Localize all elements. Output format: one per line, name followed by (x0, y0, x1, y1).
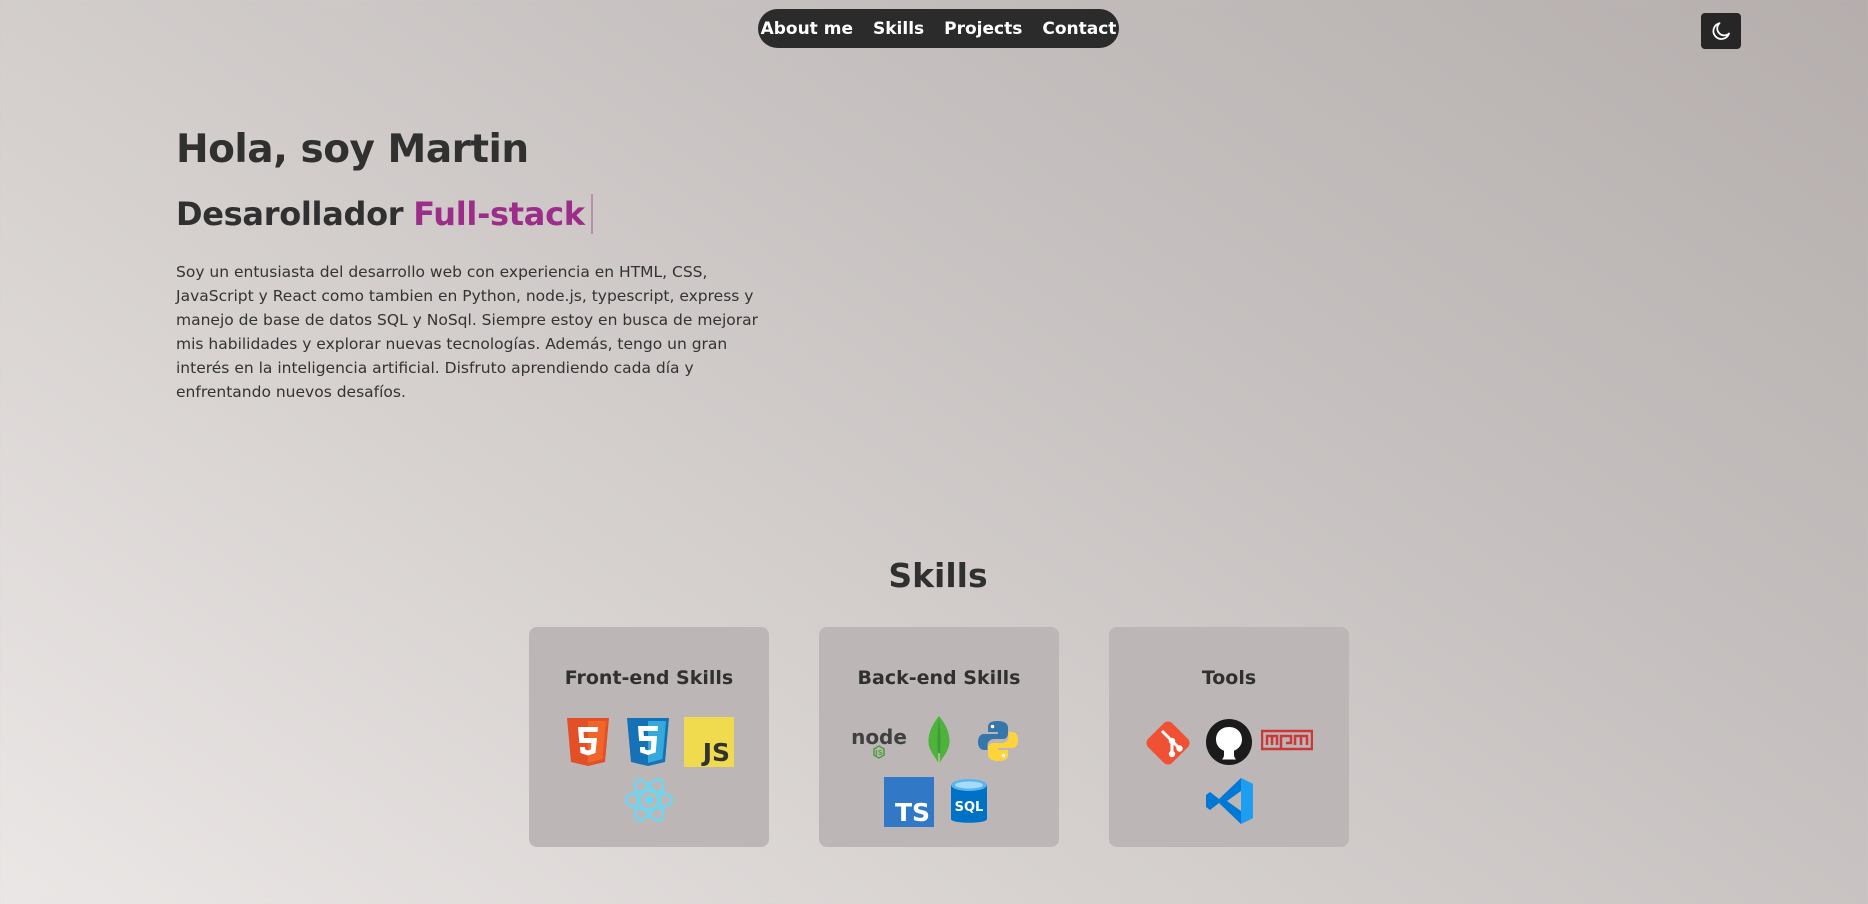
hero-subtitle: Desarollador Full-stack (176, 190, 776, 238)
svg-text:TS: TS (895, 798, 930, 827)
git-icon (1146, 721, 1190, 765)
card-title: Front-end Skills (564, 667, 734, 689)
svg-text:JS: JS (701, 738, 730, 767)
svg-text:SQL: SQL (955, 800, 984, 815)
javascript-icon: JS (684, 717, 734, 767)
skills-section-title: Skills (888, 556, 988, 595)
nav-link-projects[interactable]: Projects (944, 19, 1022, 39)
role-prefix: Desarollador (176, 195, 404, 233)
card-title: Tools (1201, 667, 1257, 689)
react-icon (624, 778, 674, 822)
python-icon (978, 721, 1018, 761)
skill-card-backend: Back-end Skills node JS TS SQL (819, 627, 1059, 847)
main-nav: About me Skills Projects Contact (758, 9, 1119, 48)
skill-card-tools: Tools git-icon (1109, 627, 1349, 847)
typing-caret (590, 194, 593, 234)
hero-section: Hola, soy Martin Desarollador Full-stack… (176, 120, 776, 404)
nav-link-contact[interactable]: Contact (1042, 19, 1116, 39)
hero-title: Hola, soy Martin (176, 127, 529, 172)
nodejs-icon: node JS (852, 725, 906, 759)
card-title: Back-end Skills (857, 667, 1021, 689)
github-icon (1206, 719, 1252, 765)
svg-text:JS: JS (874, 749, 883, 757)
sql-database-icon: SQL (951, 779, 987, 823)
css3-icon (627, 718, 669, 766)
html5-icon (567, 718, 609, 766)
typescript-icon: TS (884, 777, 934, 827)
nav-link-skills[interactable]: Skills (873, 19, 924, 39)
vscode-icon (1206, 778, 1253, 824)
npm-icon (1261, 729, 1313, 751)
theme-toggle-button[interactable] (1701, 13, 1741, 49)
hero-description: Soy un entusiasta del desarrollo web con… (176, 263, 758, 401)
mongodb-icon (928, 716, 950, 766)
role-highlight: Full-stack (413, 195, 585, 233)
skill-card-frontend: Front-end Skills JS (529, 627, 769, 847)
nav-link-about-me[interactable]: About me (761, 19, 853, 39)
moon-icon (1712, 22, 1730, 40)
